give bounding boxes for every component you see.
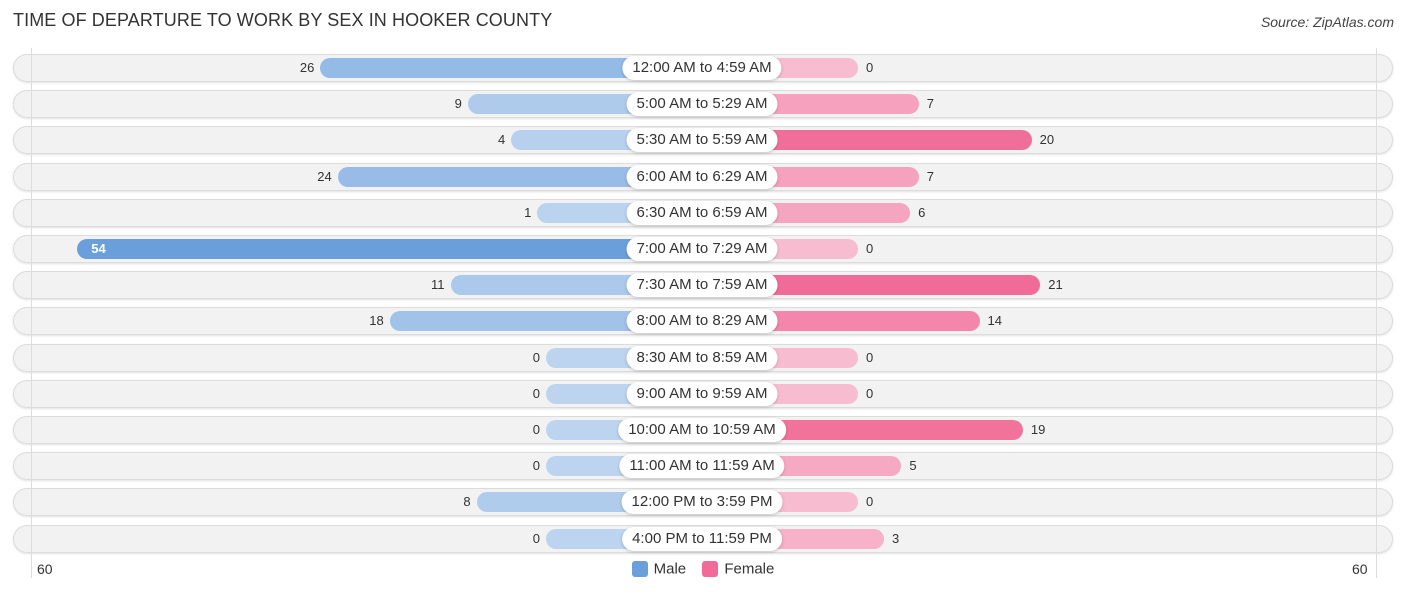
value-label-female: 5 — [909, 458, 917, 474]
category-label: 12:00 AM to 4:59 AM — [622, 56, 782, 80]
category-label: 6:00 AM to 6:29 AM — [626, 164, 778, 189]
value-label-male: 9 — [454, 96, 462, 112]
category-label: 9:00 AM to 9:59 AM — [626, 381, 778, 406]
value-label-male: 0 — [532, 349, 540, 365]
legend-label-female: Female — [724, 560, 775, 578]
value-label-female: 0 — [866, 494, 874, 510]
legend: Male Female — [0, 560, 1406, 578]
category-label: 11:00 AM to 11:59 AM — [619, 454, 785, 479]
value-label-female: 6 — [918, 204, 926, 220]
value-label-male: 0 — [532, 385, 540, 401]
right-axis-line — [1376, 48, 1377, 578]
legend-item-female: Female — [702, 560, 774, 578]
legend-label-male: Male — [653, 560, 687, 578]
value-label-male: 0 — [532, 458, 540, 474]
category-label: 12:00 PM to 3:59 PM — [621, 490, 783, 515]
value-label-female: 0 — [866, 349, 874, 365]
category-label: 5:30 AM to 5:59 AM — [626, 128, 778, 153]
category-label: 6:30 AM to 6:59 AM — [626, 200, 778, 225]
value-label-male: 11 — [431, 277, 445, 293]
value-label-male: 1 — [524, 204, 532, 220]
category-label: 8:00 AM to 8:29 AM — [626, 309, 778, 334]
legend-item-male: Male — [631, 560, 687, 578]
category-label: 10:00 AM to 10:59 AM — [618, 418, 786, 442]
value-label-male: 0 — [532, 422, 540, 437]
value-label-male: 0 — [532, 530, 540, 546]
legend-swatch-female — [702, 561, 719, 578]
left-axis-line — [31, 48, 32, 578]
chart-title: TIME OF DEPARTURE TO WORK BY SEX IN HOOK… — [13, 10, 553, 30]
value-label-female: 14 — [987, 313, 1002, 329]
value-label-female: 0 — [866, 60, 874, 75]
value-label-male: 26 — [299, 60, 315, 75]
bar-male — [77, 239, 702, 259]
value-label-female: 21 — [1048, 277, 1063, 293]
category-label: 8:30 AM to 8:59 AM — [626, 345, 778, 370]
value-label-male: 24 — [317, 168, 332, 184]
value-label-female: 7 — [926, 168, 934, 184]
category-label: 7:00 AM to 7:29 AM — [626, 237, 778, 261]
value-label-male: 8 — [463, 494, 471, 510]
value-label-male: 18 — [369, 313, 384, 329]
value-label-male: 4 — [498, 132, 506, 148]
value-label-female: 0 — [866, 385, 874, 401]
value-label-female: 0 — [866, 241, 874, 256]
value-label-male: 54 — [91, 241, 106, 256]
source-label: Source: ZipAtlas.com — [1260, 14, 1394, 30]
legend-swatch-male — [631, 561, 648, 578]
category-label: 5:00 AM to 5:29 AM — [626, 92, 778, 117]
category-label: 7:30 AM to 7:59 AM — [626, 273, 778, 298]
value-label-female: 19 — [1030, 422, 1046, 437]
value-label-female: 3 — [892, 530, 900, 546]
value-label-female: 7 — [926, 96, 934, 112]
category-label: 4:00 PM to 11:59 PM — [622, 526, 782, 551]
value-label-female: 20 — [1039, 132, 1055, 148]
